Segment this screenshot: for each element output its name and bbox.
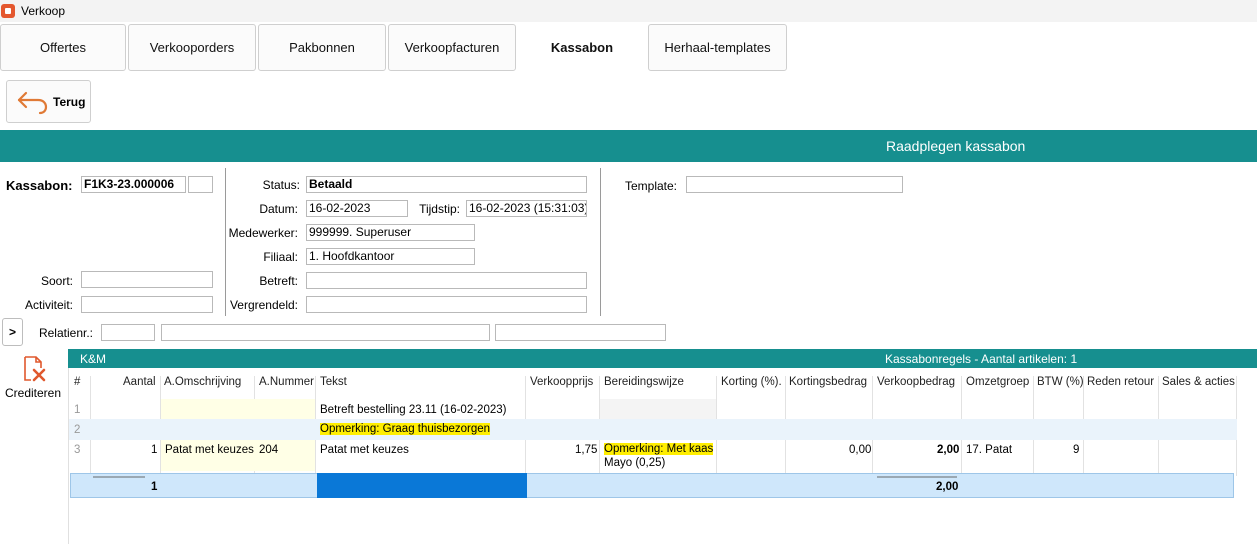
form-divider-2: [600, 168, 601, 316]
total-verkoopbedrag: 2,00: [936, 481, 959, 493]
row-3-kortingsbedrag[interactable]: 0,00: [849, 444, 871, 456]
row-3-bereiding-2[interactable]: Mayo (0,25): [604, 457, 665, 469]
col-header-aantal[interactable]: Aantal: [123, 376, 156, 388]
grid-band-title: Kassabonregels - Aantal artikelen: 1: [885, 352, 1078, 366]
totals-bar: [93, 476, 145, 478]
row-2-num: 2: [74, 424, 81, 436]
window-title: Verkoop: [21, 4, 66, 18]
row-3-aantal[interactable]: 1: [151, 444, 157, 456]
crediteren-button[interactable]: Crediteren: [3, 354, 63, 400]
datum-label: Datum:: [259, 202, 298, 216]
tab-pakbonnen[interactable]: Pakbonnen: [258, 24, 386, 71]
row-3-omschrijving[interactable]: Patat met keuzes: [165, 444, 254, 456]
relatienr-label: Relatienr.:: [38, 326, 93, 340]
col-header-verkoopbedrag[interactable]: Verkoopbedrag: [877, 376, 955, 388]
col-header-omschrijving[interactable]: A.Omschrijving: [164, 376, 241, 388]
medewerker-field[interactable]: 999999. Superuser: [306, 224, 475, 241]
row-3-bereiding-1[interactable]: Opmerking: Met kaas: [604, 443, 714, 455]
col-header-nummer[interactable]: A.Nummer: [259, 376, 314, 388]
row-3-btw[interactable]: 9: [1073, 444, 1079, 456]
col-header-num[interactable]: #: [74, 376, 80, 388]
relatienr-field[interactable]: [101, 324, 155, 341]
bereiding-bg: [600, 399, 716, 419]
row-3-omzetgroep[interactable]: 17. Patat: [966, 444, 1012, 456]
tijdstip-label: Tijdstip:: [419, 202, 460, 216]
tab-verkoopfacturen[interactable]: Verkoopfacturen: [388, 24, 516, 71]
crediteren-label: Crediteren: [4, 386, 62, 400]
page-title: Raadplegen kassabon: [886, 138, 1026, 154]
col-header-reden-retour[interactable]: Reden retour: [1087, 376, 1154, 388]
row-1-tekst[interactable]: Betreft bestelling 23.11 (16-02-2023): [320, 404, 506, 416]
status-label: Status:: [262, 178, 300, 192]
col-header-btw[interactable]: BTW (%): [1037, 376, 1084, 388]
row-3-verkoopprijs[interactable]: 1,75: [575, 444, 597, 456]
soort-label: Soort:: [40, 274, 73, 288]
back-button-label: Terug: [53, 94, 86, 109]
grid-band-left: K&M: [80, 352, 107, 366]
row-3-verkoopbedrag[interactable]: 2,00: [937, 444, 959, 456]
credit-document-icon: [24, 356, 46, 382]
totals-selected-cell[interactable]: [317, 473, 527, 498]
datum-field[interactable]: 16-02-2023: [306, 200, 408, 217]
row-3-tekst[interactable]: Patat met keuzes: [320, 444, 409, 456]
row-1-num: 1: [74, 404, 81, 416]
betreft-label: Betreft:: [259, 274, 298, 288]
undo-arrow-icon: [17, 91, 48, 114]
kassabon-number-field[interactable]: F1K3-23.000006: [81, 176, 186, 193]
expand-button[interactable]: >: [2, 318, 23, 346]
tab-offertes[interactable]: Offertes: [0, 24, 126, 71]
filiaal-label: Filiaal:: [263, 250, 298, 264]
vergrendeld-label: Vergrendeld:: [229, 298, 298, 312]
kassabon-lines-grid[interactable]: # Aantal A.Omschrijving A.Nummer Tekst V…: [68, 368, 1257, 544]
app-icon: [1, 4, 15, 18]
activiteit-field[interactable]: [81, 296, 213, 313]
row-3-nummer[interactable]: 204: [259, 444, 278, 456]
grid-header-band: K&M Kassabonregels - Aantal artikelen: 1: [68, 349, 1257, 368]
relatie-naam-field[interactable]: [161, 324, 490, 341]
filiaal-field[interactable]: 1. Hoofdkantoor: [306, 248, 475, 265]
soort-field[interactable]: [81, 271, 213, 288]
form-divider-1: [225, 168, 226, 316]
kassabon-extra-field[interactable]: [188, 176, 213, 193]
medewerker-label: Medewerker:: [228, 226, 298, 240]
header-band: Raadplegen kassabon: [0, 130, 1257, 162]
title-bar: Verkoop: [0, 0, 1257, 22]
col-header-sales-acties[interactable]: Sales & acties: [1162, 376, 1235, 388]
tab-verkooporders[interactable]: Verkooporders: [128, 24, 256, 71]
tijdstip-field[interactable]: 16-02-2023 (15:31:03): [466, 200, 587, 217]
col-header-verkoopprijs[interactable]: Verkoopprijs: [530, 376, 593, 388]
tab-kassabon[interactable]: Kassabon: [518, 24, 646, 71]
row-2-background: [69, 419, 1237, 440]
col-header-omzetgroep[interactable]: Omzetgroep: [966, 376, 1029, 388]
template-label: Template:: [624, 179, 677, 193]
status-field[interactable]: Betaald: [306, 176, 587, 193]
template-field[interactable]: [686, 176, 903, 193]
kassabon-label: Kassabon:: [6, 178, 73, 193]
col-header-tekst[interactable]: Tekst: [320, 376, 347, 388]
col-header-bereidingswijze[interactable]: Bereidingswijze: [604, 376, 684, 388]
activiteit-label: Activiteit:: [24, 298, 73, 312]
col-header-korting[interactable]: Korting (%).: [721, 376, 782, 388]
totals-row: 1 2,00: [70, 473, 1234, 498]
total-aantal: 1: [151, 481, 158, 493]
relatie-extra-field[interactable]: [495, 324, 666, 341]
betreft-field[interactable]: [306, 272, 587, 289]
tab-herhaal-templates[interactable]: Herhaal-templates: [648, 24, 787, 71]
totals-bar: [877, 476, 957, 478]
back-button[interactable]: Terug: [6, 80, 91, 123]
vergrendeld-field[interactable]: [306, 296, 587, 313]
col-header-kortingsbedrag[interactable]: Kortingsbedrag: [789, 376, 867, 388]
row-3-num: 3: [74, 444, 81, 456]
row-2-tekst[interactable]: Opmerking: Graag thuisbezorgen: [320, 423, 491, 435]
